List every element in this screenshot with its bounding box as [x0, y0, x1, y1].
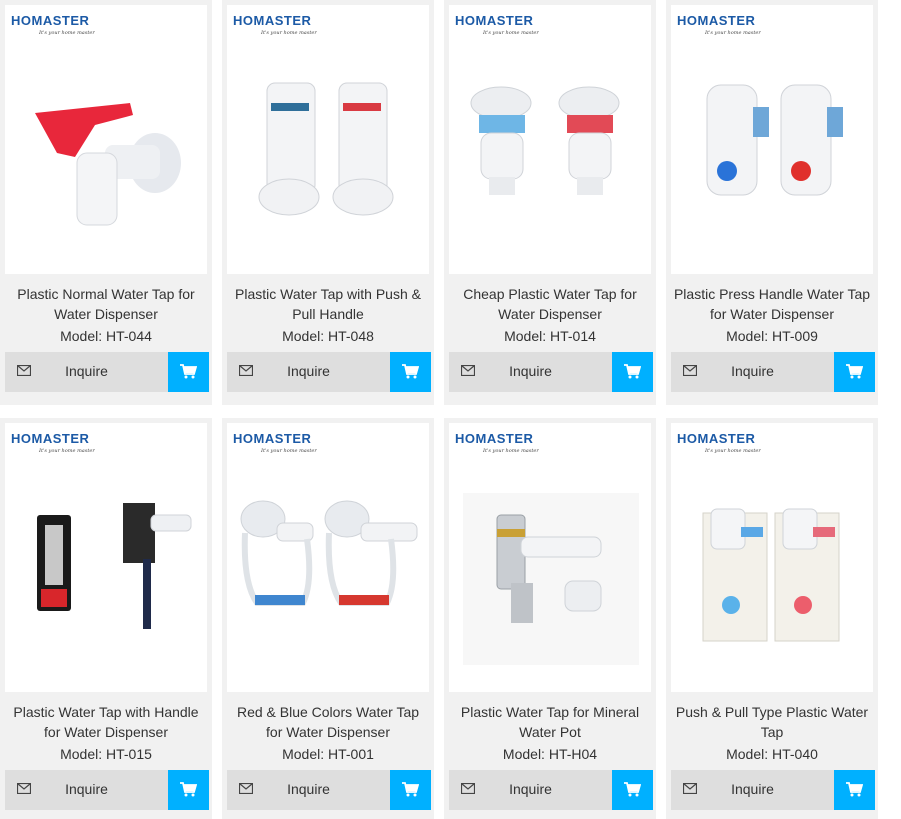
- brand-logo: HOMASTER It's your home master: [455, 431, 565, 461]
- product-card: HOMASTER It's your home master Plastic W…: [0, 418, 212, 819]
- brand-logo-text: HOMASTER: [455, 431, 534, 446]
- shopping-cart-icon: [180, 782, 197, 797]
- water-tap-image: [35, 103, 181, 226]
- brand-logo-text: HOMASTER: [455, 13, 534, 28]
- shopping-cart-icon: [402, 364, 419, 379]
- product-card: HOMASTER It's your home master Cheap Pla…: [444, 0, 656, 405]
- product-model: Model: HT-001: [282, 746, 374, 762]
- inquire-button[interactable]: Inquire: [449, 770, 612, 810]
- inquire-button[interactable]: Inquire: [671, 352, 834, 392]
- product-model: Model: HT-009: [726, 328, 818, 344]
- water-tap-image: [258, 82, 394, 216]
- product-model: Model: HT-014: [504, 328, 596, 344]
- brand-logo-text: HOMASTER: [677, 13, 756, 28]
- brand-tagline: It's your home master: [705, 448, 761, 454]
- product-card: HOMASTER It's your home master Plastic W…: [444, 418, 656, 819]
- shopping-cart-icon: [180, 364, 197, 379]
- brand-logo-text: HOMASTER: [11, 13, 90, 28]
- inquire-label: Inquire: [287, 781, 330, 797]
- product-model: Model: HT-040: [726, 746, 818, 762]
- brand-logo: HOMASTER It's your home master: [233, 431, 343, 461]
- add-to-cart-button[interactable]: [390, 770, 431, 810]
- shopping-cart-icon: [402, 782, 419, 797]
- add-to-cart-button[interactable]: [390, 352, 431, 392]
- product-model: Model: HT-048: [282, 328, 374, 344]
- product-image[interactable]: HOMASTER It's your home master: [671, 423, 873, 692]
- product-image[interactable]: HOMASTER It's your home master: [449, 423, 651, 692]
- product-image[interactable]: HOMASTER It's your home master: [227, 5, 429, 274]
- inquire-button[interactable]: Inquire: [227, 770, 390, 810]
- water-tap-image: [702, 508, 840, 642]
- inquire-button[interactable]: Inquire: [227, 352, 390, 392]
- product-image[interactable]: HOMASTER It's your home master: [671, 5, 873, 274]
- product-title[interactable]: Plastic Press Handle Water Tap for Water…: [671, 284, 873, 324]
- product-model: Model: HT-044: [60, 328, 152, 344]
- water-tap-image: [37, 503, 192, 629]
- add-to-cart-button[interactable]: [168, 770, 209, 810]
- product-title[interactable]: Plastic Water Tap for Mineral Water Pot: [449, 702, 651, 742]
- product-image[interactable]: HOMASTER It's your home master: [5, 423, 207, 692]
- product-card: HOMASTER It's your home master Plastic P…: [666, 0, 878, 405]
- brand-tagline: It's your home master: [483, 448, 539, 454]
- product-card: HOMASTER It's your home master Red & Blu…: [222, 418, 434, 819]
- add-to-cart-button[interactable]: [612, 352, 653, 392]
- product-title[interactable]: Red & Blue Colors Water Tap for Water Di…: [227, 702, 429, 742]
- brand-tagline: It's your home master: [261, 30, 317, 36]
- shopping-cart-icon: [624, 364, 641, 379]
- brand-tagline: It's your home master: [483, 30, 539, 36]
- shopping-cart-icon: [846, 364, 863, 379]
- add-to-cart-button[interactable]: [168, 352, 209, 392]
- brand-logo: HOMASTER It's your home master: [455, 13, 565, 43]
- add-to-cart-button[interactable]: [834, 770, 875, 810]
- brand-logo: HOMASTER It's your home master: [677, 13, 787, 43]
- brand-logo: HOMASTER It's your home master: [677, 431, 787, 461]
- product-image[interactable]: HOMASTER It's your home master: [5, 5, 207, 274]
- product-title[interactable]: Cheap Plastic Water Tap for Water Dispen…: [449, 284, 651, 324]
- shopping-cart-icon: [624, 782, 641, 797]
- product-title[interactable]: Plastic Water Tap with Push & Pull Handl…: [227, 284, 429, 324]
- brand-tagline: It's your home master: [705, 30, 761, 36]
- inquire-button[interactable]: Inquire: [5, 352, 168, 392]
- product-model: Model: HT-015: [60, 746, 152, 762]
- inquire-label: Inquire: [731, 363, 774, 379]
- brand-logo-text: HOMASTER: [677, 431, 756, 446]
- product-image[interactable]: HOMASTER It's your home master: [449, 5, 651, 274]
- brand-tagline: It's your home master: [261, 448, 317, 454]
- product-card: HOMASTER It's your home master Plastic N…: [0, 0, 212, 405]
- brand-tagline: It's your home master: [39, 448, 95, 454]
- brand-logo-text: HOMASTER: [233, 431, 312, 446]
- brand-logo-text: HOMASTER: [11, 431, 90, 446]
- water-tap-image: [463, 493, 639, 665]
- inquire-label: Inquire: [287, 363, 330, 379]
- inquire-label: Inquire: [731, 781, 774, 797]
- product-model: Model: HT-H04: [502, 746, 598, 762]
- water-tap-image: [470, 86, 620, 195]
- product-title[interactable]: Plastic Normal Water Tap for Water Dispe…: [5, 284, 207, 324]
- inquire-label: Inquire: [509, 781, 552, 797]
- product-card: HOMASTER It's your home master Push & Pu…: [666, 418, 878, 819]
- brand-tagline: It's your home master: [39, 30, 95, 36]
- product-title[interactable]: Push & Pull Type Plastic Water Tap: [671, 702, 873, 742]
- add-to-cart-button[interactable]: [612, 770, 653, 810]
- inquire-button[interactable]: Inquire: [671, 770, 834, 810]
- inquire-button[interactable]: Inquire: [449, 352, 612, 392]
- inquire-label: Inquire: [509, 363, 552, 379]
- inquire-button[interactable]: Inquire: [5, 770, 168, 810]
- product-title[interactable]: Plastic Water Tap with Handle for Water …: [5, 702, 207, 742]
- shopping-cart-icon: [846, 782, 863, 797]
- brand-logo: HOMASTER It's your home master: [11, 13, 121, 43]
- brand-logo: HOMASTER It's your home master: [11, 431, 121, 461]
- inquire-label: Inquire: [65, 781, 108, 797]
- water-tap-image: [240, 500, 418, 606]
- add-to-cart-button[interactable]: [834, 352, 875, 392]
- water-tap-image: [706, 84, 843, 196]
- product-grid: HOMASTER It's your home master Plastic N…: [0, 0, 901, 819]
- brand-logo-text: HOMASTER: [233, 13, 312, 28]
- product-card: HOMASTER It's your home master Plastic W…: [222, 0, 434, 405]
- brand-logo: HOMASTER It's your home master: [233, 13, 343, 43]
- inquire-label: Inquire: [65, 363, 108, 379]
- product-image[interactable]: HOMASTER It's your home master: [227, 423, 429, 692]
